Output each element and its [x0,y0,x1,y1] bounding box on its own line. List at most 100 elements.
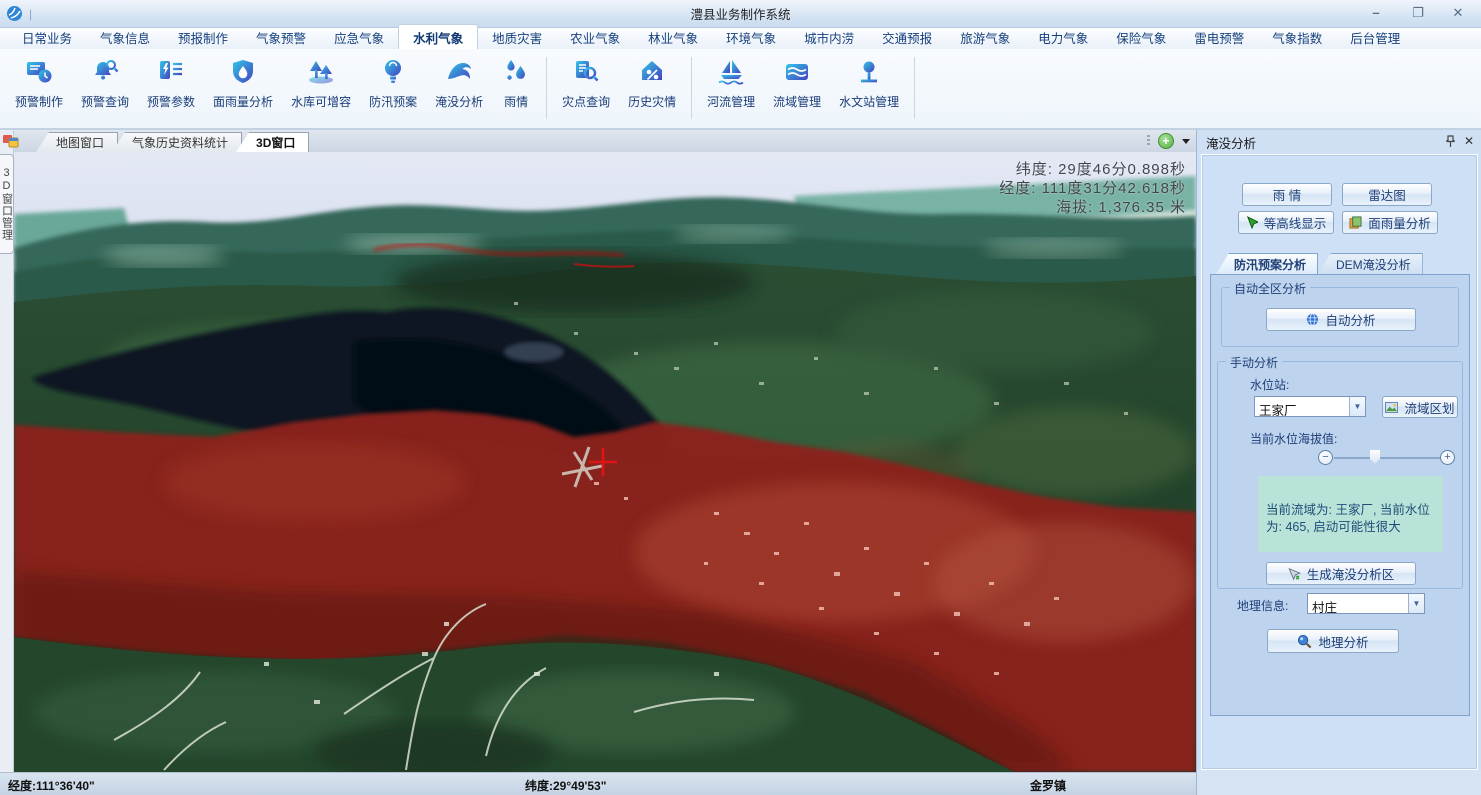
terrain-render [14,152,1196,772]
menu-power[interactable]: 电力气象 [1024,25,1102,49]
basin-icon [782,57,812,87]
menu-forestry[interactable]: 林业气象 [634,25,712,49]
close-button[interactable]: ✕ [1443,4,1473,22]
tool-rain-status[interactable]: 雨情 [492,55,540,112]
menu-bar: 日常业务 气象信息 预报制作 气象预警 应急气象 水利气象 地质灾害 农业气象 … [0,28,1481,49]
rain-status-icon [501,57,531,87]
panel-header: 淹没分析 ✕ [1197,130,1481,154]
left-dock-strip: 3D窗口管理 [0,130,14,772]
station-select[interactable]: 王家厂 ▼ [1254,396,1366,417]
menu-tourism[interactable]: 旅游气象 [946,25,1024,49]
menu-daily[interactable]: 日常业务 [8,25,86,49]
geo-info-select[interactable]: 村庄 ▼ [1307,593,1425,614]
menu-weather-info[interactable]: 气象信息 [86,25,164,49]
menu-index[interactable]: 气象指数 [1258,25,1336,49]
hydro-station-icon [854,57,884,87]
cursor-icon [1246,216,1258,230]
flood-plan-tab-content: 自动全区分析 自动分析 手动分析 水位站: 王家厂 ▼ 流域区划 [1210,274,1470,716]
tab-weather-history-stats[interactable]: 气象历史资料统计 [112,132,242,152]
tool-flood-plan[interactable]: 防汛预案 [360,55,426,112]
ribbon-toolbar: 预警制作 预警查询 预警参数 面雨量分析 水库可增容 防汛预案 [0,49,1481,130]
tool-reservoir-capacity[interactable]: 水库可增容 [282,55,360,112]
tool-alert-compose[interactable]: 预警制作 [6,55,72,112]
tool-alert-params[interactable]: 预警参数 [138,55,204,112]
menu-lightning[interactable]: 雷电预警 [1180,25,1258,49]
level-slider-track[interactable] [1334,457,1440,459]
status-bar: 经度:111°36'40" 纬度:29°49'53" 金罗镇 [0,772,1196,795]
window-manager-icon[interactable] [2,133,20,149]
toolbar-group-disaster: 灾点查询 历史灾情 [553,55,685,112]
window-list-dropdown-icon[interactable] [1182,139,1190,144]
level-slider-thumb[interactable] [1370,450,1380,464]
tool-river-mgmt[interactable]: 河流管理 [698,55,764,112]
menu-weather-warning[interactable]: 气象预警 [242,25,320,49]
rain-status-button[interactable]: 雨 情 [1242,183,1332,206]
magnifier-icon [1297,634,1312,649]
tool-disaster-search[interactable]: 灾点查询 [553,55,619,112]
panel-title: 淹没分析 [1206,133,1256,152]
manual-analysis-group: 手动分析 水位站: 王家厂 ▼ 流域区划 当前水位海拔值: − + 当 [1217,361,1463,589]
overlay-elevation: 海拔: 1,376.35 米 [999,198,1186,217]
toolbar-separator [546,57,547,119]
layers-icon [1349,216,1362,229]
menu-forecast-make[interactable]: 预报制作 [164,25,242,49]
tab-flood-plan-analysis[interactable]: 防汛预案分析 [1216,253,1318,274]
pin-icon[interactable] [1445,135,1456,148]
river-icon [716,57,746,87]
tool-hydro-station-mgmt[interactable]: 水文站管理 [830,55,908,112]
menu-emergency[interactable]: 应急气象 [320,25,398,49]
history-disaster-icon [637,57,667,87]
tool-history-disaster[interactable]: 历史灾情 [619,55,685,112]
radar-chart-button[interactable]: 雷达图 [1342,183,1432,206]
submerge-analysis-panel: 淹没分析 ✕ 雨 情 雷达图 等高线显示 面雨量分析 防汛预案分析 [1196,130,1481,795]
3d-window-manager-tab[interactable]: 3D窗口管理 [0,154,14,254]
submerge-analysis-icon [444,57,474,87]
panel-close-icon[interactable]: ✕ [1464,134,1474,148]
manual-group-title: 手动分析 [1226,354,1282,371]
minimize-button[interactable]: – [1361,4,1391,22]
geo-info-label: 地理信息: [1237,597,1288,614]
level-increase-button[interactable]: + [1440,450,1455,465]
area-rainfall-button[interactable]: 面雨量分析 [1342,211,1438,234]
menu-admin[interactable]: 后台管理 [1336,25,1414,49]
contour-display-button[interactable]: 等高线显示 [1238,211,1334,234]
tool-area-rainfall[interactable]: 面雨量分析 [204,55,282,112]
tab-dem-submerge-analysis[interactable]: DEM淹没分析 [1318,253,1423,274]
tab-grip [1147,135,1150,147]
tab-3d-window[interactable]: 3D窗口 [236,132,309,152]
chevron-down-icon[interactable]: ▼ [1349,397,1365,416]
globe-icon [1306,313,1319,326]
title-bar: | 澧县业务制作系统 – ❐ ✕ [0,0,1481,28]
station-value: 王家厂 [1255,397,1349,416]
tool-basin-mgmt[interactable]: 流域管理 [764,55,830,112]
status-town: 金罗镇 [1030,777,1066,794]
auto-group-title: 自动全区分析 [1230,280,1310,297]
panel-body: 雨 情 雷达图 等高线显示 面雨量分析 防汛预案分析 DEM淹没分析 自动全区分… [1201,154,1478,770]
document-tab-bar: 地图窗口 气象历史资料统计 3D窗口 + [14,130,1196,152]
cursor-sparkle-icon [1288,567,1301,581]
maximize-button[interactable]: ❐ [1403,4,1433,22]
level-decrease-button[interactable]: − [1318,450,1333,465]
tab-map-window[interactable]: 地图窗口 [36,132,118,152]
reservoir-capacity-icon [306,57,336,87]
auto-analyze-button[interactable]: 自动分析 [1266,308,1416,331]
flood-plan-icon [378,57,408,87]
tool-submerge-analysis[interactable]: 淹没分析 [426,55,492,112]
chevron-down-icon[interactable]: ▼ [1408,594,1424,613]
toolbar-separator [691,57,692,119]
tool-alert-search[interactable]: 预警查询 [72,55,138,112]
menu-environment[interactable]: 环境气象 [712,25,790,49]
menu-urban-flood[interactable]: 城市内涝 [790,25,868,49]
toolbar-separator [914,57,915,119]
analysis-tab-row: 防汛预案分析 DEM淹没分析 [1216,253,1423,274]
map-3d-viewport[interactable]: 纬度: 29度46分0.898秒 经度: 111度31分42.618秒 海拔: … [14,152,1196,772]
menu-traffic[interactable]: 交通预报 [868,25,946,49]
geo-analyze-button[interactable]: 地理分析 [1267,629,1399,653]
menu-agriculture[interactable]: 农业气象 [556,25,634,49]
add-window-button[interactable]: + [1158,133,1174,149]
basin-zoning-button[interactable]: 流域区划 [1382,396,1458,418]
menu-insurance[interactable]: 保险气象 [1102,25,1180,49]
generate-submerge-zone-button[interactable]: 生成淹没分析区 [1266,562,1416,585]
menu-hydrology[interactable]: 水利气象 [398,24,478,49]
menu-geology[interactable]: 地质灾害 [478,25,556,49]
